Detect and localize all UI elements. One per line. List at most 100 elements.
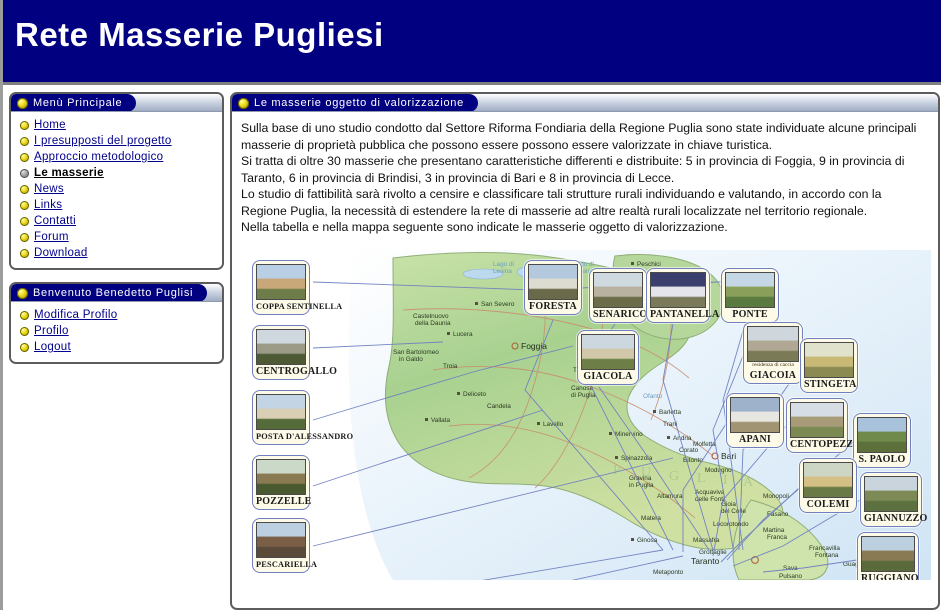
article-header: Le masserie oggetto di valorizzazione bbox=[232, 94, 938, 112]
yellow-orb-icon bbox=[20, 232, 29, 242]
sidebar-item-link[interactable]: Home bbox=[34, 119, 66, 131]
sidebar-item-link[interactable]: Contatti bbox=[34, 215, 76, 227]
masseria-card[interactable]: residenza di caccia GIACOIA bbox=[743, 321, 803, 384]
svg-text:Modugno: Modugno bbox=[705, 467, 732, 474]
yellow-orb-icon bbox=[20, 216, 29, 226]
svg-text:Monopoli: Monopoli bbox=[763, 493, 789, 500]
article-text: Sulla base di uno studio condotto dal Se… bbox=[241, 120, 929, 236]
svg-text:U: U bbox=[641, 465, 651, 480]
article-paragraph: Sulla base di uno studio condotto dal Se… bbox=[241, 121, 917, 152]
sidebar-item-news[interactable]: News bbox=[20, 181, 216, 197]
main-menu-header: Menù Principale bbox=[11, 94, 222, 112]
masseria-photo bbox=[803, 461, 853, 498]
svg-text:Vallata: Vallata bbox=[431, 417, 451, 424]
masseria-card[interactable]: PESCARIELLA bbox=[252, 517, 317, 573]
sidebar-item-le-masserie[interactable]: Le masserie bbox=[20, 165, 216, 181]
masseria-card[interactable]: S. PAOLO bbox=[853, 412, 911, 468]
user-panel-header-tab: Benvenuto Benedetto Puglisi bbox=[11, 284, 208, 301]
yellow-orb-icon bbox=[238, 97, 249, 109]
masseria-card[interactable]: RUGGIANO bbox=[857, 531, 919, 580]
masseria-photo bbox=[790, 401, 844, 438]
masseria-caption: STINGETA bbox=[804, 378, 857, 390]
article-paragraph: Si tratta di oltre 30 masserie che prese… bbox=[241, 154, 905, 185]
masseria-caption: PANTANELLA bbox=[650, 308, 720, 320]
svg-text:Lavello: Lavello bbox=[543, 421, 564, 428]
user-item-profilo[interactable]: Profilo bbox=[20, 323, 216, 339]
sidebar-item-link[interactable]: I presupposti del progetto bbox=[34, 135, 172, 147]
sidebar-item-links[interactable]: Links bbox=[20, 197, 216, 213]
user-item-link[interactable]: Modifica Profilo bbox=[34, 309, 117, 321]
svg-text:Pulsano: Pulsano bbox=[779, 573, 803, 580]
masseria-caption: APANI bbox=[739, 433, 771, 445]
svg-text:Lago di: Lago di bbox=[493, 261, 514, 268]
masseria-caption: POSTA D'ALESSANDRO bbox=[256, 431, 354, 441]
sidebar-item-approccio-metodologico[interactable]: Approccio metodologico bbox=[20, 149, 216, 165]
masseria-card[interactable]: FORESTA bbox=[524, 259, 582, 315]
masseria-card[interactable]: COPPA SENTINELLA bbox=[252, 259, 343, 315]
masseria-card[interactable]: PONTE bbox=[721, 267, 779, 323]
masseria-caption: GIACOLA bbox=[583, 370, 633, 382]
masseria-photo bbox=[864, 475, 918, 512]
svg-text:Lesina: Lesina bbox=[493, 268, 512, 275]
sidebar-item-contatti[interactable]: Contatti bbox=[20, 213, 216, 229]
user-item-modifica-profilo[interactable]: Modifica Profilo bbox=[20, 307, 216, 323]
article-paragraph: Nella tabella e nella mappa seguente son… bbox=[241, 220, 728, 234]
sidebar-item-forum[interactable]: Forum bbox=[20, 229, 216, 245]
user-item-link[interactable]: Profilo bbox=[34, 325, 69, 337]
svg-text:Andria: Andria bbox=[673, 435, 692, 442]
masseria-caption: GIACOIA bbox=[749, 369, 797, 381]
svg-text:in Galdo: in Galdo bbox=[399, 356, 423, 363]
sidebar-item-link[interactable]: News bbox=[34, 183, 64, 195]
yellow-orb-icon bbox=[20, 248, 29, 258]
article-panel: Le masserie oggetto di valorizzazione Su… bbox=[230, 92, 940, 610]
masseria-card[interactable]: POZZELLE bbox=[252, 454, 311, 510]
svg-text:Peschici: Peschici bbox=[637, 261, 661, 268]
svg-text:Franca: Franca bbox=[767, 534, 787, 541]
sidebar-item-link[interactable]: Le masserie bbox=[34, 167, 104, 179]
svg-text:Canosa: Canosa bbox=[571, 385, 593, 392]
sidebar-item-link[interactable]: Forum bbox=[34, 231, 69, 243]
svg-text:San Bartolomeo: San Bartolomeo bbox=[393, 349, 439, 356]
masseria-card[interactable]: POSTA D'ALESSANDRO bbox=[252, 389, 354, 445]
sidebar-item-link[interactable]: Links bbox=[34, 199, 62, 211]
yellow-orb-icon bbox=[20, 342, 29, 352]
masseria-card[interactable]: SENARICO bbox=[589, 267, 647, 323]
main-menu-panel: Menù Principale Home I presupposti del pr… bbox=[9, 92, 224, 270]
article-paragraph: Lo studio di fattibilità sarà rivolto a … bbox=[241, 187, 882, 218]
masseria-card[interactable]: GIACOLA bbox=[577, 329, 639, 385]
masseria-card[interactable]: CENTOPEZZE bbox=[786, 397, 860, 453]
masseria-card[interactable]: COLEMI bbox=[799, 457, 857, 513]
svg-text:Martina: Martina bbox=[763, 527, 785, 534]
sidebar-item-link[interactable]: Approccio metodologico bbox=[34, 151, 163, 163]
user-item-link[interactable]: Logout bbox=[34, 341, 71, 353]
masseria-card[interactable]: GIANNUZZO bbox=[860, 471, 927, 527]
svg-text:G: G bbox=[669, 469, 679, 484]
masseria-card[interactable]: APANI bbox=[726, 392, 784, 448]
masseria-card[interactable]: STINGETA bbox=[800, 337, 858, 393]
masseria-caption: RUGGIANO bbox=[861, 572, 919, 580]
masseria-photo bbox=[256, 458, 306, 495]
masseria-photo bbox=[581, 333, 635, 370]
yellow-orb-icon bbox=[20, 152, 29, 162]
masseria-photo bbox=[725, 271, 775, 308]
svg-text:Bari: Bari bbox=[721, 451, 736, 461]
svg-text:Gioia: Gioia bbox=[721, 501, 736, 508]
sidebar-item-link[interactable]: Download bbox=[34, 247, 88, 259]
svg-text:San Severo: San Severo bbox=[481, 301, 515, 308]
article-title: Le masserie oggetto di valorizzazione bbox=[254, 97, 464, 109]
masseria-card[interactable]: CENTROGALLO bbox=[252, 324, 337, 380]
svg-text:Fontana: Fontana bbox=[815, 552, 839, 559]
masseria-caption: COPPA SENTINELLA bbox=[256, 301, 343, 311]
svg-text:Metaponto: Metaponto bbox=[653, 569, 684, 576]
user-item-logout[interactable]: Logout bbox=[20, 339, 216, 355]
sidebar-item-download[interactable]: Download bbox=[20, 245, 216, 261]
main-menu-title: Menù Principale bbox=[33, 97, 123, 109]
sidebar-item-i-presupposti-del-progetto[interactable]: I presupposti del progetto bbox=[20, 133, 216, 149]
svg-text:Foggia: Foggia bbox=[521, 341, 547, 351]
masserie-map-figure[interactable]: Peschici Monte Sant'Angelo Manfredonia S… bbox=[243, 249, 931, 580]
masseria-photo bbox=[857, 416, 907, 453]
masseria-card[interactable]: PANTANELLA bbox=[646, 267, 720, 323]
sidebar-item-home[interactable]: Home bbox=[20, 117, 216, 133]
svg-text:Deliceto: Deliceto bbox=[463, 391, 487, 398]
yellow-orb-icon bbox=[20, 326, 29, 336]
